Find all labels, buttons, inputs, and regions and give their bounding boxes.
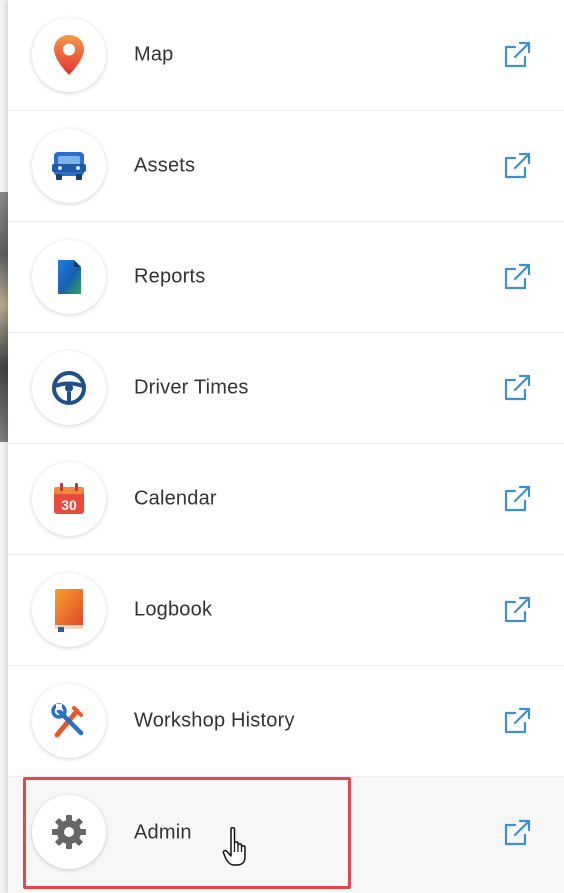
truck-icon (52, 152, 86, 180)
tools-icon (51, 703, 84, 738)
reports-icon-badge (32, 240, 106, 314)
external-link-icon[interactable] (500, 704, 534, 738)
menu-item-label: Calendar (134, 487, 217, 510)
menu-item-map[interactable]: Map (8, 0, 564, 111)
report-document-icon (58, 260, 81, 294)
menu-item-label: Admin (134, 821, 192, 844)
menu-item-label: Logbook (134, 598, 213, 621)
external-link-icon[interactable] (500, 593, 534, 627)
menu-item-admin[interactable]: Admin (8, 777, 564, 893)
menu-item-label: Map (134, 43, 174, 66)
menu-item-driver-times[interactable]: Driver Times (8, 333, 564, 444)
admin-icon-badge (32, 795, 106, 869)
hand-cursor-icon (222, 826, 252, 873)
menu-item-label: Assets (134, 154, 196, 177)
calendar-icon-badge: 30 (32, 462, 106, 536)
calendar-icon-text: 30 (61, 497, 77, 513)
menu-item-label: Driver Times (134, 376, 249, 399)
assets-icon-badge (32, 129, 106, 203)
workshop-history-icon-badge (32, 684, 106, 758)
steering-wheel-icon (52, 371, 86, 405)
menu-item-reports[interactable]: Reports (8, 222, 564, 333)
driver-times-icon-badge (32, 351, 106, 425)
map-icon-badge (32, 18, 106, 92)
external-link-icon[interactable] (500, 38, 534, 72)
map-pin-icon (54, 35, 84, 75)
background-photo (0, 192, 8, 442)
background-page (0, 0, 8, 893)
menu-item-calendar[interactable]: 30 Calendar (8, 444, 564, 555)
menu-item-assets[interactable]: Assets (8, 111, 564, 222)
app-launcher-menu: Map Assets Reports Driver Times 30 Calen… (8, 0, 564, 893)
external-link-icon[interactable] (500, 371, 534, 405)
calendar-icon: 30 (54, 483, 84, 514)
external-link-icon[interactable] (500, 482, 534, 516)
menu-item-logbook[interactable]: Logbook (8, 555, 564, 666)
gear-icon (52, 815, 86, 849)
logbook-icon (55, 589, 83, 632)
logbook-icon-badge (32, 573, 106, 647)
menu-item-workshop-history[interactable]: Workshop History (8, 666, 564, 777)
menu-item-label: Workshop History (134, 709, 295, 732)
external-link-icon[interactable] (500, 260, 534, 294)
menu-item-label: Reports (134, 265, 206, 288)
external-link-icon[interactable] (500, 816, 534, 850)
external-link-icon[interactable] (500, 149, 534, 183)
